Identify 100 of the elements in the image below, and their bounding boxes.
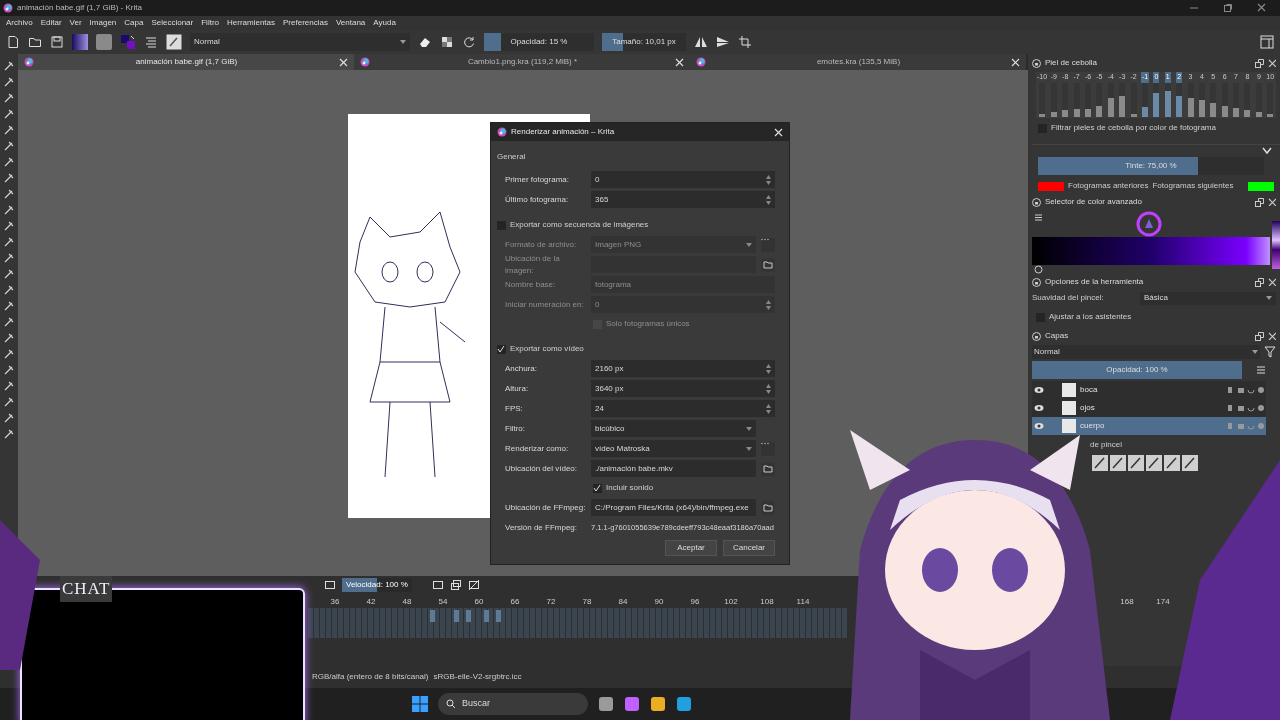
onion-opacity-bar[interactable]: [1050, 112, 1057, 117]
menu-item[interactable]: Herramientas: [227, 17, 276, 29]
dropdown[interactable]: vídeo Matroska: [591, 440, 756, 457]
onion-opacity-track[interactable]: [1187, 82, 1194, 117]
tool-icon[interactable]: [3, 108, 15, 120]
tool-icon[interactable]: [3, 300, 15, 312]
checkbox[interactable]: [593, 483, 602, 493]
onion-opacity-track[interactable]: [1119, 82, 1126, 117]
lock-icon[interactable]: [1032, 277, 1041, 287]
brush-preset-icon[interactable]: [1128, 455, 1144, 471]
eye-icon[interactable]: [1034, 422, 1044, 430]
tool-icon[interactable]: [3, 188, 15, 200]
onion-opacity-bar[interactable]: [1164, 91, 1171, 117]
document-tab[interactable]: animación babe.gif (1,7 GiB): [18, 54, 354, 70]
lock-icon[interactable]: [1032, 58, 1041, 68]
onion-opacity-bar[interactable]: [1221, 105, 1228, 117]
path-field[interactable]: C:/Program Files/Krita (x64)/bin/ffmpeg.exe: [591, 499, 756, 516]
tool-icon[interactable]: [3, 60, 15, 72]
dialog-button[interactable]: Aceptar: [665, 540, 717, 556]
tool-icon[interactable]: [3, 284, 15, 296]
onion-opacity-bar[interactable]: [1244, 110, 1251, 117]
onion-opacity-track[interactable]: [1233, 82, 1240, 117]
path-field[interactable]: ./animación babe.mkv: [591, 460, 756, 477]
tool-icon[interactable]: [3, 92, 15, 104]
onion-opacity-bar[interactable]: [1039, 113, 1046, 117]
onion-opacity-track[interactable]: [1221, 82, 1228, 117]
spin-arrows-icon[interactable]: [766, 383, 771, 394]
pattern-swatch[interactable]: [96, 34, 112, 50]
tool-icon[interactable]: [3, 76, 15, 88]
filter-icon[interactable]: [1264, 346, 1276, 358]
tool-icon[interactable]: [3, 316, 15, 328]
blend-mode-dropdown[interactable]: Normal: [1032, 345, 1260, 359]
save-icon[interactable]: [50, 35, 64, 49]
more-button[interactable]: [761, 441, 775, 456]
spin-arrows-icon[interactable]: [766, 363, 771, 374]
tool-icon[interactable]: [3, 268, 15, 280]
tool-icon[interactable]: [3, 236, 15, 248]
onion-opacity-bar[interactable]: [1255, 112, 1262, 117]
settings-icon[interactable]: [1034, 213, 1043, 222]
mirror-vertical-icon[interactable]: [716, 35, 730, 49]
lock-icon[interactable]: [1032, 197, 1041, 207]
onion-opacity-track[interactable]: [1267, 82, 1274, 117]
onion-opacity-track[interactable]: [1244, 82, 1251, 117]
alpha-lock-icon[interactable]: [440, 35, 454, 49]
layer-row[interactable]: ojos: [1032, 399, 1266, 417]
chevron-down-icon[interactable]: [1262, 147, 1272, 155]
number-field[interactable]: 365: [591, 191, 775, 208]
menu-item[interactable]: Capa: [124, 17, 144, 29]
onion-opacity-bar[interactable]: [1073, 109, 1080, 117]
tool-icon[interactable]: [3, 252, 15, 264]
mirror-horizontal-icon[interactable]: [694, 35, 708, 49]
onion-opacity-track[interactable]: [1210, 82, 1217, 117]
onion-opacity-bar[interactable]: [1267, 113, 1274, 117]
brush-settings-icon[interactable]: [144, 35, 158, 49]
onion-opacity-track[interactable]: [1107, 82, 1114, 117]
brush-preset-icon[interactable]: [1182, 455, 1198, 471]
layer-flags-icon[interactable]: [1226, 386, 1266, 394]
maximize-icon[interactable]: [1223, 3, 1233, 13]
onion-opacity-track[interactable]: [1050, 82, 1057, 117]
previous-frames-color[interactable]: [1038, 181, 1064, 191]
menu-item[interactable]: Ventana: [335, 17, 366, 29]
layer-opacity-slider[interactable]: Opacidad: 100 %: [1032, 361, 1242, 379]
search-field[interactable]: Buscar: [438, 693, 588, 715]
tool-icon[interactable]: [3, 332, 15, 344]
tool-icon[interactable]: [3, 364, 15, 376]
spin-arrows-icon[interactable]: [766, 299, 771, 310]
app-icon[interactable]: [650, 696, 666, 712]
tool-icon[interactable]: [3, 428, 15, 440]
tool-icon[interactable]: [3, 140, 15, 152]
close-icon[interactable]: [1268, 59, 1276, 67]
onion-opacity-bar[interactable]: [1153, 92, 1160, 117]
document-tab[interactable]: emotes.kra (135,5 MiB): [690, 54, 1026, 70]
tool-icon[interactable]: [3, 156, 15, 168]
color-gradient-bar[interactable]: [1032, 237, 1270, 265]
folder-icon[interactable]: [28, 35, 42, 49]
tool-icon[interactable]: [3, 348, 15, 360]
next-frames-color[interactable]: [1248, 181, 1274, 191]
menu-item[interactable]: Ayuda: [373, 17, 396, 29]
spin-arrows-icon[interactable]: [766, 403, 771, 414]
brush-preset-icon[interactable]: [1092, 455, 1108, 471]
onion-opacity-bar[interactable]: [1062, 110, 1069, 117]
crop-icon[interactable]: [738, 35, 752, 49]
menu-item[interactable]: Ver: [69, 17, 82, 29]
size-slider[interactable]: Tamaño: 10,01 px: [602, 33, 686, 51]
tool-icon[interactable]: [3, 172, 15, 184]
brush-preset-icon[interactable]: [1164, 455, 1180, 471]
number-field[interactable]: 24: [591, 400, 775, 417]
brush-preset-icon[interactable]: [1110, 455, 1126, 471]
onion-opacity-bar[interactable]: [1233, 108, 1240, 117]
tool-icon[interactable]: [3, 380, 15, 392]
onion-opacity-bar[interactable]: [1096, 105, 1103, 117]
spin-arrows-icon[interactable]: [766, 174, 771, 185]
float-icon[interactable]: [1255, 331, 1264, 341]
refresh-icon[interactable]: [1034, 265, 1043, 274]
onion-opacity-bar[interactable]: [1187, 97, 1194, 117]
tool-icon[interactable]: [3, 396, 15, 408]
frames-icon[interactable]: [449, 579, 462, 591]
app-icon[interactable]: [676, 696, 692, 712]
checkbox[interactable]: [497, 344, 506, 354]
menu-item[interactable]: Preferencias: [283, 17, 328, 29]
